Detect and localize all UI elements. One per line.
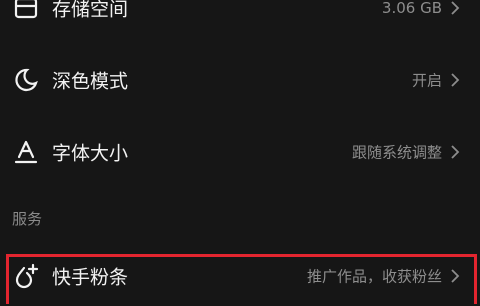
storage-value: 3.06 GB [381,0,442,17]
settings-item-kuaishou-fans[interactable]: 快手粉条 推广作品，收获粉丝 [0,246,480,306]
section-header-services: 服务 [12,210,43,228]
chevron-right-icon [450,144,460,160]
settings-item-font-size[interactable]: 字体大小 跟随系统调整 [0,122,480,182]
chevron-right-icon [450,0,460,16]
settings-item-label: 字体大小 [52,142,129,165]
chevron-right-icon [450,268,460,284]
settings-item-label: 快手粉条 [52,266,129,289]
text-size-icon [12,138,40,166]
settings-item-label: 深色模式 [52,70,129,93]
moon-icon [12,66,40,94]
settings-item-dark-mode[interactable]: 深色模式 开启 [0,50,480,110]
kuaishou-fans-value: 推广作品，收获粉丝 [306,267,442,286]
flame-plus-icon [12,262,40,290]
settings-item-label: 存储空间 [52,0,129,21]
font-size-value: 跟随系统调整 [351,143,442,162]
storage-box-icon [12,0,40,22]
settings-item-storage[interactable]: 存储空间 3.06 GB [0,0,480,38]
dark-mode-value: 开启 [411,71,442,90]
chevron-right-icon [450,72,460,88]
